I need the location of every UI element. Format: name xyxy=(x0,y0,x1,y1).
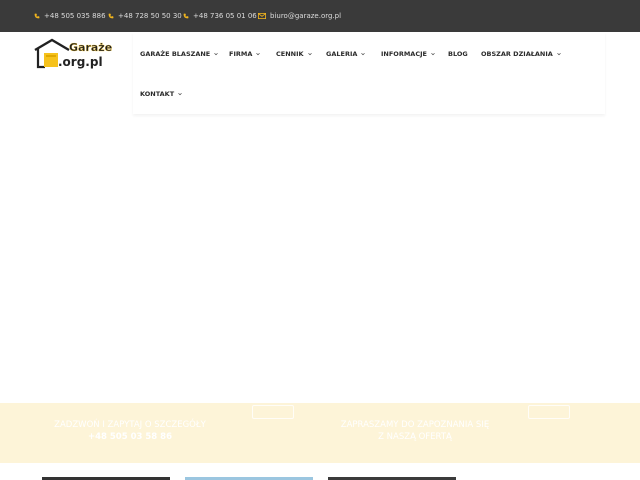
phone-icon xyxy=(183,13,189,19)
chevron-down-icon xyxy=(557,53,561,56)
chevron-down-icon xyxy=(214,53,218,56)
chevron-down-icon xyxy=(361,53,366,56)
nav-item-label: INFORMACJE xyxy=(381,50,427,58)
phone-icon xyxy=(34,13,40,19)
phone-contact-3[interactable]: +48 736 05 01 06 xyxy=(183,0,257,32)
nav-item-cennik[interactable]: CENNIK xyxy=(276,48,312,60)
cta-phone-number: +48 505 03 58 86 xyxy=(87,432,173,442)
nav-item-label: FIRMA xyxy=(229,50,253,58)
svg-text:Garaże: Garaże xyxy=(69,41,112,54)
phone-number: +48 728 50 50 30 xyxy=(118,12,182,20)
nav-item-garaze-blaszane[interactable]: GARAŻE BLASZANE xyxy=(140,48,218,60)
nav-item-label: KONTAKT xyxy=(140,90,175,98)
chevron-down-icon xyxy=(307,53,312,56)
site-logo[interactable]: Garaże .org.pl xyxy=(33,37,119,71)
garage-logo-image: Garaże .org.pl xyxy=(34,38,112,69)
envelope-icon xyxy=(258,13,266,19)
main-navigation xyxy=(133,32,605,114)
chevron-down-icon xyxy=(178,93,182,96)
email-address: biuro@garaze.org.pl xyxy=(270,12,342,20)
cta-offer-text: ZAPRASZAMY DO ZAPOZNANIA SIĘ xyxy=(340,420,490,430)
chevron-down-icon xyxy=(431,53,435,56)
nav-item-obszar-dzialania[interactable]: OBSZAR DZIAŁANIA xyxy=(481,48,561,60)
top-contact-bar: +48 505 035 886 +48 728 50 50 30 +48 736… xyxy=(0,0,640,32)
nav-item-blog[interactable]: BLOG xyxy=(448,48,468,60)
nav-item-label: GALERIA xyxy=(326,50,358,58)
cta-call-text: ZADZWOŃ I ZAPYTAJ O SZCZEGÓŁY xyxy=(54,420,206,430)
cta-call-block[interactable]: ZADZWOŃ I ZAPYTAJ O SZCZEGÓŁY +48 505 03… xyxy=(40,419,220,443)
cta-offer-block[interactable]: ZAPRASZAMY DO ZAPOZNANIA SIĘ Z NASZĄ OFE… xyxy=(320,419,510,443)
phone-contact-1[interactable]: +48 505 035 886 xyxy=(34,0,106,32)
phone-number: +48 736 05 01 06 xyxy=(193,12,257,20)
phone-contact-2[interactable]: +48 728 50 50 30 xyxy=(108,0,182,32)
nav-item-kontakt[interactable]: KONTAKT xyxy=(140,88,182,100)
nav-item-label: GARAŻE BLASZANE xyxy=(140,50,211,58)
email-contact[interactable]: biuro@garaze.org.pl xyxy=(258,0,341,32)
phone-icon xyxy=(108,13,114,19)
chevron-down-icon xyxy=(256,53,261,56)
nav-item-label: CENNIK xyxy=(276,50,304,58)
nav-item-informacje[interactable]: INFORMACJE xyxy=(381,48,435,60)
svg-text:.org.pl: .org.pl xyxy=(58,55,103,69)
cta-offer-button[interactable] xyxy=(528,405,570,419)
nav-item-label: BLOG xyxy=(448,50,468,58)
cta-offer-text-2: Z NASZĄ OFERTĄ xyxy=(378,432,452,442)
nav-item-label: OBSZAR DZIAŁANIA xyxy=(481,50,553,58)
phone-number: +48 505 035 886 xyxy=(44,12,106,20)
cta-call-button[interactable] xyxy=(252,405,294,419)
nav-item-galeria[interactable]: GALERIA xyxy=(326,48,366,60)
nav-item-firma[interactable]: FIRMA xyxy=(229,48,261,60)
